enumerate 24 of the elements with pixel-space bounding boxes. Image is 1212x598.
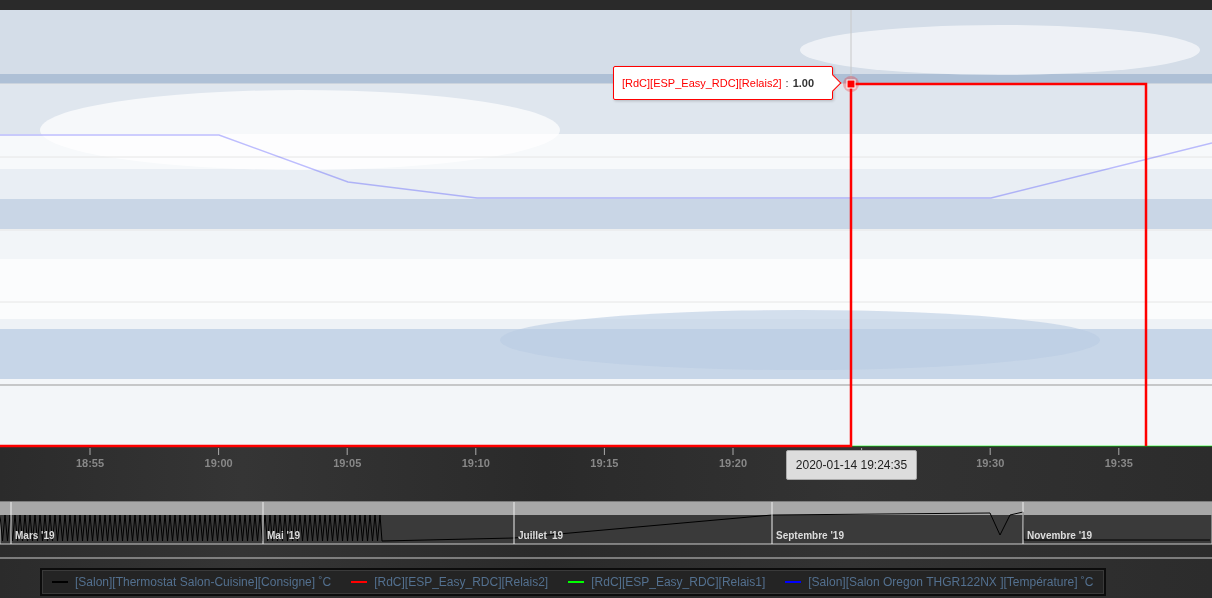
point-marker [843, 76, 859, 92]
crosshair-date-label: 2020-01-14 19:24:35 [786, 450, 917, 480]
tick-mark [1118, 447, 1120, 456]
navigator-label: Mai '19 [267, 530, 300, 541]
tick-mark [218, 447, 220, 456]
navigator-label: Mars '19 [15, 530, 55, 541]
tick-mark [89, 447, 91, 456]
tick-mark [989, 447, 991, 456]
axis-label: 19:05 [333, 457, 362, 469]
tick-mark [603, 447, 605, 456]
axis-label: 19:30 [976, 457, 1005, 469]
tick-mark [732, 447, 734, 456]
tooltip: [RdC][ESP_Easy_RDC][Relais2] : 1.00 [613, 66, 833, 100]
axis-label: 19:35 [1104, 457, 1133, 469]
navigator-label: Novembre '19 [1027, 530, 1093, 541]
navigator-label: Septembre '19 [776, 530, 844, 541]
axis-label: 19:20 [718, 457, 748, 469]
axis-label: 19:00 [204, 457, 233, 469]
tick-mark [475, 447, 477, 456]
navigator-label: Juillet '19 [518, 530, 564, 541]
axis-label: 19:10 [461, 457, 490, 469]
axis-label: 18:55 [75, 457, 105, 469]
axis-label: 19:15 [590, 457, 619, 469]
tick-mark [346, 447, 348, 456]
